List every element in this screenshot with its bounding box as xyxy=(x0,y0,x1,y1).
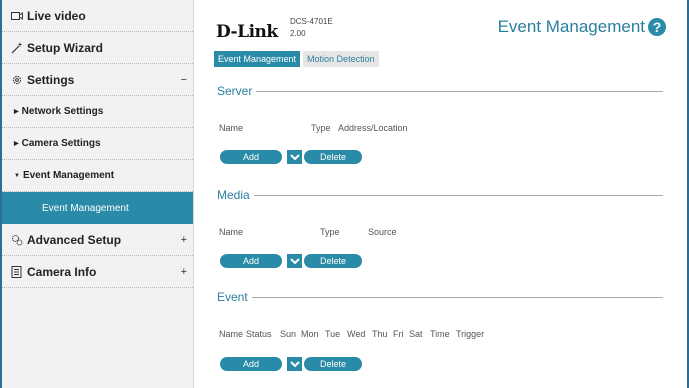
media-actions: Add Delete xyxy=(220,254,362,268)
expand-sign[interactable]: + xyxy=(181,266,187,278)
column-header: Tue xyxy=(325,329,341,339)
column-header: Type xyxy=(311,123,331,133)
section-title: Server xyxy=(217,84,253,98)
collapse-sign[interactable]: − xyxy=(181,74,187,86)
sidebar-item-live-video[interactable]: Live video xyxy=(2,0,193,32)
event-add-button[interactable]: Add xyxy=(220,357,282,371)
firmware-version: 2.00 xyxy=(290,29,306,38)
model-info: DCS-4701E 2.00 xyxy=(290,16,333,40)
sidebar-item-label: Live video xyxy=(27,8,86,23)
section-title: Media xyxy=(217,188,250,202)
header: D-Link DCS-4701E 2.00 Event Management ? xyxy=(214,14,669,44)
tab-event-management[interactable]: Event Management xyxy=(214,51,301,67)
event-section-header: Event xyxy=(217,290,663,304)
column-header: Trigger xyxy=(456,329,485,339)
gear-icon xyxy=(10,74,23,86)
video-icon xyxy=(10,10,23,22)
sidebar-item-label: Setup Wizard xyxy=(27,40,103,55)
server-table-header: Name Type Address/Location xyxy=(219,123,408,133)
column-header: Status xyxy=(246,329,272,339)
media-section-header: Media xyxy=(217,188,663,202)
main-content: D-Link DCS-4701E 2.00 Event Management ?… xyxy=(214,0,669,388)
divider xyxy=(253,194,663,196)
event-table-header: Name Status Sun Mon Tue Wed Thu Fri Sat … xyxy=(219,329,484,339)
event-actions: Add Delete xyxy=(220,357,362,371)
server-actions: Add Delete xyxy=(220,150,362,164)
sidebar-item-label: Camera Info xyxy=(27,264,97,279)
sidebar-item-settings[interactable]: Settings − xyxy=(2,64,193,96)
sidebar-item-camera-info[interactable]: Camera Info + xyxy=(2,256,193,288)
triangle-right-icon: ▶ xyxy=(14,109,19,115)
column-header: Name xyxy=(219,329,244,339)
event-add-dropdown[interactable] xyxy=(284,357,302,371)
column-header: Fri xyxy=(393,329,404,339)
column-header: Thu xyxy=(372,329,388,339)
triangle-right-icon: ▶ xyxy=(14,141,19,147)
server-add-dropdown[interactable] xyxy=(284,150,302,164)
chevron-down-icon xyxy=(289,257,300,264)
column-header: Name xyxy=(219,227,244,237)
document-icon xyxy=(10,265,23,278)
column-header: Type xyxy=(320,227,340,237)
sidebar-item-network-settings[interactable]: ▶ Network Settings xyxy=(2,96,193,128)
expand-sign[interactable]: + xyxy=(181,234,187,246)
dlink-logo: D-Link xyxy=(216,22,278,42)
sidebar-item-label: Event Management xyxy=(42,202,129,214)
sidebar-item-label: Advanced Setup xyxy=(27,232,122,247)
help-icon[interactable]: ? xyxy=(648,18,666,36)
media-add-dropdown[interactable] xyxy=(284,254,302,268)
wand-icon xyxy=(10,41,23,54)
server-add-button[interactable]: Add xyxy=(220,150,282,164)
sidebar-item-label: Camera Settings xyxy=(21,138,101,149)
column-header: Wed xyxy=(347,329,366,339)
server-delete-button[interactable]: Delete xyxy=(304,150,362,164)
media-delete-button[interactable]: Delete xyxy=(304,254,362,268)
section-title: Event xyxy=(217,290,248,304)
column-header: Sun xyxy=(280,329,297,339)
sidebar-item-label: Network Settings xyxy=(21,106,104,117)
tab-motion-detection[interactable]: Motion Detection xyxy=(303,51,379,67)
model-name: DCS-4701E xyxy=(290,17,333,26)
tab-bar: Event Management Motion Detection xyxy=(214,51,382,67)
page-title: Event Management ? xyxy=(498,17,666,37)
divider xyxy=(251,296,663,298)
page-title-text: Event Management xyxy=(497,17,645,36)
column-header: Mon xyxy=(301,329,319,339)
sidebar-item-advanced-setup[interactable]: Advanced Setup + xyxy=(2,224,193,256)
column-header: Time xyxy=(430,329,450,339)
column-header: Address/Location xyxy=(338,123,408,133)
chevron-down-icon xyxy=(289,153,300,160)
triangle-down-icon: ▼ xyxy=(14,172,20,179)
divider xyxy=(256,90,663,92)
sidebar: Live video Setup Wizard Settings − ▶ Net… xyxy=(2,0,194,388)
sidebar-item-camera-settings[interactable]: ▶ Camera Settings xyxy=(2,128,193,160)
sidebar-item-event-management[interactable]: ▼ Event Management xyxy=(2,160,193,192)
chevron-down-icon xyxy=(289,360,300,367)
column-header: Source xyxy=(368,227,397,237)
media-add-button[interactable]: Add xyxy=(220,254,282,268)
sidebar-subitem-event-management[interactable]: Event Management xyxy=(2,192,193,224)
media-table-header: Name Type Source xyxy=(219,227,397,237)
gears-icon xyxy=(10,234,23,246)
event-delete-button[interactable]: Delete xyxy=(304,357,362,371)
column-header: Name xyxy=(219,123,244,133)
sidebar-item-label: Event Management xyxy=(22,170,115,181)
column-header: Sat xyxy=(409,329,423,339)
server-section-header: Server xyxy=(217,84,663,98)
sidebar-item-setup-wizard[interactable]: Setup Wizard xyxy=(2,32,193,64)
sidebar-item-label: Settings xyxy=(27,72,75,87)
